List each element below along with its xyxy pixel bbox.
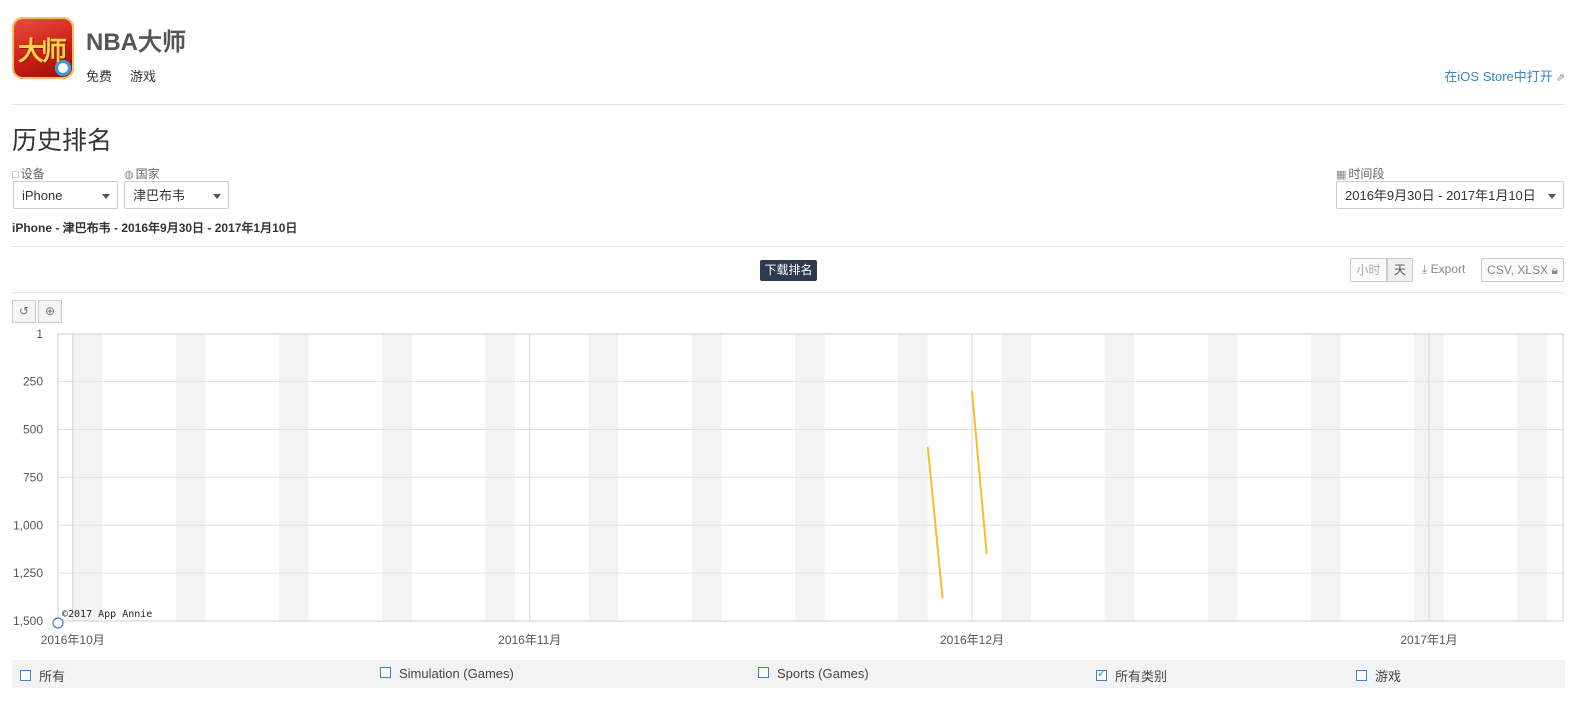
period-select[interactable]: 2016年9月30日 - 2017年1月10日	[1336, 181, 1564, 209]
legend-label: 游戏	[1375, 669, 1402, 684]
device-select[interactable]: iPhone	[13, 181, 118, 209]
y-tick-label: 1	[36, 327, 43, 341]
globe-icon: ◍	[124, 169, 134, 181]
x-tick-label: 2016年12月	[940, 633, 1004, 647]
export-label: Export	[1430, 262, 1466, 276]
chart-watermark: ©2017 App Annie	[62, 609, 152, 620]
country-select[interactable]: 津巴布韦	[124, 181, 229, 209]
app-price: 免费	[86, 69, 113, 84]
y-tick-label: 750	[23, 470, 43, 484]
checkbox-icon	[758, 667, 769, 679]
tencent-badge-icon	[55, 60, 71, 76]
y-tick-label: 250	[23, 375, 43, 389]
legend-item-simulation[interactable]: Simulation (Games)	[380, 666, 514, 681]
toolbar-divider	[12, 292, 1565, 293]
legend-item-all[interactable]: 所有	[20, 666, 65, 685]
download-icon: ⤓	[1422, 262, 1428, 276]
country-filter-label: ◍ 国家	[124, 165, 160, 182]
legend-label: 所有	[39, 669, 66, 684]
external-link-icon: ⇗	[1555, 72, 1565, 84]
device-select-value: iPhone	[22, 188, 63, 203]
chevron-down-icon	[102, 194, 110, 199]
navigator-handle-icon	[52, 617, 64, 629]
period-filter-label: ▦ 时间段	[1336, 165, 1384, 182]
open-in-ios-store-link[interactable]: 在iOS Store中打开 ⇗	[1444, 66, 1565, 85]
x-tick-label: 2016年11月	[498, 633, 561, 647]
undo-icon: ↺	[18, 304, 30, 318]
summary-divider	[12, 246, 1565, 247]
chevron-down-icon	[1548, 194, 1556, 199]
zoom-button[interactable]: ⊕	[38, 300, 62, 323]
period-label-text: 时间段	[1348, 167, 1385, 181]
app-category[interactable]: 游戏	[130, 66, 156, 85]
filter-summary: iPhone - 津巴布韦 - 2016年9月30日 - 2017年1月10日	[12, 221, 298, 235]
x-tick-label: 2016年10月	[41, 633, 105, 647]
calendar-icon: ▦	[1336, 169, 1347, 181]
legend-label: Simulation (Games)	[399, 666, 514, 681]
csv-xlsx-button[interactable]: CSV, XLSX 🔒︎	[1481, 258, 1564, 282]
export-button[interactable]: ⤓ Export	[1422, 262, 1465, 277]
zoom-in-icon: ⊕	[44, 304, 56, 318]
y-tick-label: 500	[23, 423, 43, 437]
legend-item-sports[interactable]: Sports (Games)	[758, 666, 869, 681]
page-title: 历史排名	[12, 127, 113, 155]
country-label-text: 国家	[135, 167, 160, 181]
device-icon: □	[12, 169, 19, 181]
legend-item-all-categories[interactable]: 所有类别	[1096, 666, 1167, 685]
legend-label: 所有类别	[1115, 669, 1168, 684]
checkbox-icon	[1356, 670, 1367, 682]
rank-chart[interactable]: 1 250 500 750 1,000 1,250 1,500 2016年10月 2016年11…	[0, 325, 1587, 655]
ios-store-link-label: 在iOS Store中打开	[1444, 69, 1553, 84]
x-tick-label: 2017年1月	[1400, 633, 1457, 647]
csv-xlsx-label: CSV, XLSX	[1487, 263, 1549, 277]
legend-item-games[interactable]: 游戏	[1356, 666, 1401, 685]
period-select-value: 2016年9月30日 - 2017年1月10日	[1345, 188, 1536, 203]
y-tick-label: 1,500	[13, 614, 43, 628]
chart-title-button[interactable]: 下载排名	[760, 260, 817, 281]
legend-label: Sports (Games)	[777, 666, 869, 681]
granularity-day-button[interactable]: 天	[1387, 258, 1413, 282]
y-tick-label: 1,250	[13, 566, 43, 580]
checkbox-icon	[20, 670, 31, 682]
y-tick-label: 1,000	[13, 518, 43, 532]
checkbox-icon	[380, 667, 391, 679]
lock-icon: 🔒︎	[1551, 263, 1558, 277]
device-filter-label: □ 设备	[12, 165, 45, 182]
header-divider	[12, 104, 1565, 105]
app-title: NBA大师	[86, 29, 186, 56]
reset-zoom-button[interactable]: ↺	[12, 300, 36, 323]
country-select-value: 津巴布韦	[133, 188, 186, 203]
checkbox-checked-icon	[1096, 667, 1107, 682]
device-label-text: 设备	[20, 167, 45, 181]
app-icon: 大师	[12, 17, 74, 79]
chevron-down-icon	[213, 194, 221, 199]
granularity-hour-button[interactable]: 小时	[1350, 258, 1387, 282]
